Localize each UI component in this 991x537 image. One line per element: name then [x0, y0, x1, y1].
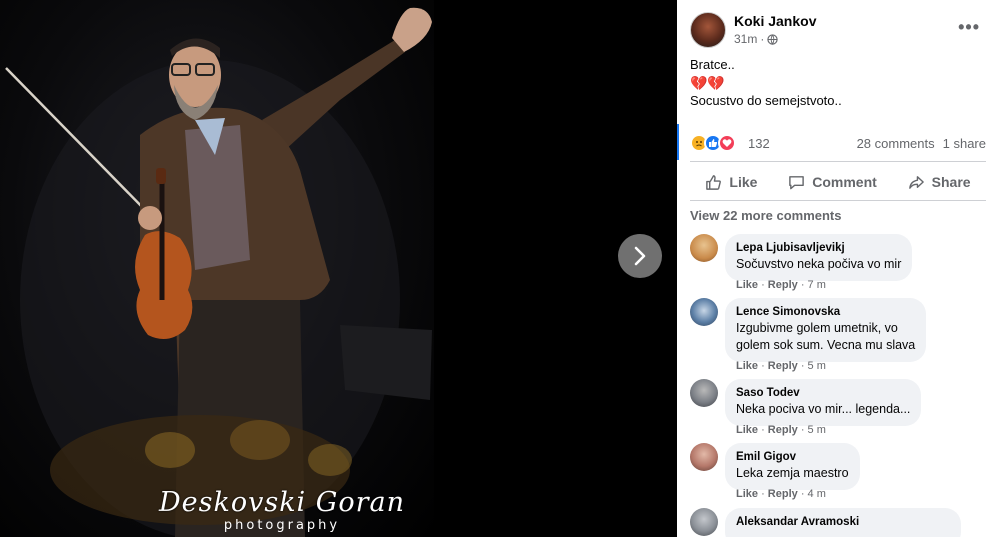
comment-time[interactable]: 5 m [808, 424, 826, 436]
engagement-counts: 28 comments 1 share [857, 136, 986, 151]
share-button[interactable]: Share [902, 166, 977, 198]
photographer-watermark: Deskovski Goran photography [132, 488, 432, 534]
shares-count-link[interactable]: 1 share [943, 136, 986, 151]
comment-actions: Like · Reply · 5 m [736, 424, 826, 436]
comments-count-link[interactable]: 28 comments [857, 136, 935, 151]
author-avatar[interactable] [690, 12, 726, 48]
comment-time[interactable]: 7 m [808, 279, 826, 291]
comment-like-link[interactable]: Like [736, 360, 758, 372]
love-reaction-icon [718, 134, 736, 152]
post-text-line: Socustvo do semejstvoto.. [690, 93, 842, 108]
comment-actions: Like · Reply · 7 m [736, 279, 826, 291]
comment-time[interactable]: 5 m [808, 360, 826, 372]
comment-time[interactable]: 4 m [808, 488, 826, 500]
chevron-right-icon [634, 246, 646, 266]
post-photo[interactable]: Deskovski Goran photography [0, 0, 434, 537]
commenter-name[interactable]: Lence Simonovska [736, 305, 915, 320]
comment-bubble: Saso Todev Neka pociva vo mir... legenda… [725, 379, 922, 426]
broken-heart-emoji: 💔💔 [690, 75, 725, 91]
like-button[interactable]: Like [699, 166, 763, 198]
commenter-name[interactable]: Aleksandar Avramoski [736, 515, 950, 530]
reactions-summary: 132 28 comments 1 share [690, 133, 986, 155]
share-label: Share [931, 174, 971, 190]
commenter-name[interactable]: Emil Gigov [736, 450, 849, 465]
post-time[interactable]: 31m [734, 32, 757, 46]
post-header: Koki Jankov 31m · ••• [690, 12, 980, 50]
divider [690, 200, 986, 201]
post-actions-bar: Like Comment Share [690, 166, 986, 198]
view-more-comments-link[interactable]: View 22 more comments [690, 208, 842, 223]
comment-like-link[interactable]: Like [736, 488, 758, 500]
commenter-avatar[interactable] [690, 298, 718, 326]
comment-reply-link[interactable]: Reply [768, 279, 798, 291]
author-name[interactable]: Koki Jankov [734, 13, 816, 29]
next-photo-button[interactable] [618, 234, 662, 278]
reaction-icons[interactable] [690, 134, 736, 152]
commenter-avatar[interactable] [690, 234, 718, 262]
share-icon [908, 175, 924, 189]
post-side-panel: Koki Jankov 31m · ••• Bratce.. 💔💔 Socust… [677, 0, 991, 537]
comment-bubble: Emil Gigov Leka zemja maestro [725, 443, 860, 490]
commenter-avatar[interactable] [690, 443, 718, 471]
comment-icon [789, 175, 805, 189]
like-label: Like [729, 174, 758, 190]
reaction-count[interactable]: 132 [748, 136, 770, 151]
comment-button[interactable]: Comment [782, 166, 883, 198]
commenter-name[interactable]: Lepa Ljubisavljevikj [736, 241, 901, 256]
globe-icon [767, 33, 779, 45]
comment-reply-link[interactable]: Reply [768, 488, 798, 500]
comment-actions: Like · Reply · 5 m [736, 360, 826, 372]
watermark-subtitle: photography [223, 518, 341, 533]
comment-reply-link[interactable]: Reply [768, 360, 798, 372]
comment-bubble: Aleksandar Avramoski [725, 508, 961, 537]
post-meta: 31m · [734, 32, 779, 46]
focus-indicator [677, 124, 679, 160]
comment-label: Comment [812, 174, 877, 190]
thumbs-up-icon [706, 174, 722, 190]
comment-text: Izgubivme golem umetnik, vo [736, 321, 898, 335]
post-text: Bratce.. 💔💔 Socustvo do semejstvoto.. [690, 56, 980, 110]
comment-reply-link[interactable]: Reply [768, 424, 798, 436]
divider [690, 161, 986, 162]
post-text-line: Bratce.. [690, 57, 735, 72]
comment-text: Neka pociva vo mir... legenda... [736, 402, 911, 416]
comment-actions: Like · Reply · 4 m [736, 488, 826, 500]
photo-viewer: Deskovski Goran photography Koki Jankov … [0, 0, 991, 537]
watermark-name: Deskovski Goran [158, 487, 405, 518]
comment-bubble: Lepa Ljubisavljevikj Sočuvstvo neka poči… [725, 234, 913, 281]
comment-like-link[interactable]: Like [736, 279, 758, 291]
commenter-avatar[interactable] [690, 508, 718, 536]
comment-text: Leka zemja maestro [736, 466, 849, 480]
commenter-avatar[interactable] [690, 379, 718, 407]
comment-like-link[interactable]: Like [736, 424, 758, 436]
photo-area: Deskovski Goran photography [0, 0, 677, 537]
comment-bubble: Lence Simonovska Izgubivme golem umetnik… [725, 298, 927, 362]
comment-text: golem sok sum. Vecna mu slava [736, 338, 916, 352]
comment-text: Sočuvstvo neka počiva vo mir [736, 257, 902, 271]
more-options-icon[interactable]: ••• [958, 18, 980, 36]
commenter-name[interactable]: Saso Todev [736, 386, 910, 401]
